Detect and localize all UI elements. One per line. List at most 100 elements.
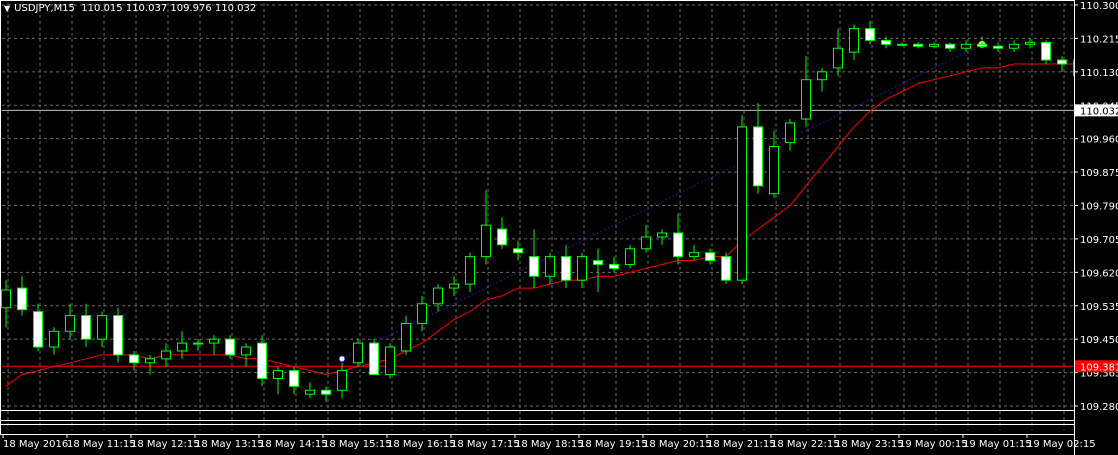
candle-body: [321, 389, 331, 395]
ohlc-readout: 110.015 110.037 109.976 110.032: [81, 3, 257, 14]
candle-body: [449, 283, 459, 289]
candle-body: [913, 43, 923, 47]
symbol-timeframe: USDJPY,M15: [14, 3, 75, 14]
candle-body: [385, 346, 395, 376]
candle-body: [625, 248, 635, 265]
candle-body: [145, 358, 155, 364]
time-tick-label: 18 May 21:15: [707, 439, 776, 450]
candle-body: [641, 236, 651, 250]
candle-body: [129, 354, 139, 364]
candle-body: [113, 315, 123, 356]
candle-body: [737, 126, 747, 281]
candle-body: [353, 342, 363, 364]
candle-body: [1057, 59, 1067, 65]
current-price-tag: 110.032: [1080, 106, 1118, 117]
time-tick-label: 19 May 00:15: [899, 439, 968, 450]
price-tick-label: 109.960: [1080, 135, 1118, 146]
candle-body: [529, 256, 539, 277]
candle-body: [769, 146, 779, 195]
chart-header[interactable]: ▼ USDJPY,M15 110.015 110.037 109.976 110.…: [4, 3, 256, 14]
time-tick-label: 19 May 02:15: [1027, 439, 1096, 450]
candle-body: [65, 315, 75, 332]
candle-body: [545, 256, 555, 277]
candle-body: [161, 350, 171, 360]
candle-body: [961, 43, 971, 49]
price-tick-label: 109.535: [1080, 302, 1118, 313]
price-tick-label: 109.705: [1080, 235, 1118, 246]
candle-body: [1009, 43, 1019, 49]
time-tick-label: 19 May 01:15: [963, 439, 1032, 450]
candle-body: [481, 224, 491, 258]
price-tick-label: 110.215: [1080, 34, 1118, 45]
candle-body: [1, 289, 11, 309]
price-tick-label: 109.875: [1080, 168, 1118, 179]
trend-line-anchor-start[interactable]: [338, 355, 346, 363]
candle-body: [209, 338, 219, 344]
time-tick-label: 18 May 14:15: [259, 439, 328, 450]
candle-body: [337, 370, 347, 391]
price-axis: 110.300110.215110.130110.045109.960109.8…: [1074, 0, 1118, 455]
candle-body: [369, 342, 379, 376]
candle-body: [289, 370, 299, 387]
candle-body: [993, 45, 1003, 49]
dropdown-triangle-icon[interactable]: ▼: [4, 4, 10, 13]
candle-body: [81, 315, 91, 340]
candle-body: [1025, 41, 1035, 45]
hline-price-tag: 109.381: [1080, 362, 1118, 373]
candle-body: [497, 228, 507, 246]
time-tick-label: 18 May 13:15: [195, 439, 264, 450]
candle-body: [801, 79, 811, 120]
time-tick-label: 18 May 19:15: [579, 439, 648, 450]
time-tick-label: 18 May 20:15: [643, 439, 712, 450]
time-tick-label: 18 May 18:15: [515, 439, 584, 450]
candle-body: [945, 43, 955, 49]
chart-canvas[interactable]: 110.300110.215110.130110.045109.960109.8…: [0, 0, 1118, 455]
time-tick-label: 18 May 17:15: [451, 439, 520, 450]
candle-body: [465, 256, 475, 285]
candle-body: [305, 389, 315, 395]
candle-body: [721, 256, 731, 281]
candle-body: [241, 346, 251, 356]
time-tick-label: 18 May 12:15: [131, 439, 200, 450]
candle-body: [593, 260, 603, 265]
candle-body: [225, 338, 235, 356]
candle-body: [833, 47, 843, 69]
time-tick-label: 18 May 23:15: [835, 439, 904, 450]
candle-body: [193, 342, 203, 345]
candle-body: [929, 43, 939, 47]
candle-body: [17, 287, 27, 311]
time-tick-label: 18 May 2016: [3, 439, 68, 450]
candle-body: [97, 315, 107, 340]
candle-body: [1041, 41, 1051, 61]
price-tick-label: 109.620: [1080, 268, 1118, 279]
price-tick-label: 110.300: [1080, 1, 1118, 12]
time-tick-label: 18 May 16:15: [387, 439, 456, 450]
candle-body: [257, 342, 267, 379]
candle-body: [673, 232, 683, 258]
time-tick-label: 18 May 15:15: [323, 439, 392, 450]
price-tick-label: 110.130: [1080, 68, 1118, 79]
candle-body: [513, 248, 523, 254]
candle-body: [433, 287, 443, 305]
candle-body: [897, 43, 907, 46]
time-tick-label: 18 May 22:15: [771, 439, 840, 450]
candle-body: [817, 71, 827, 81]
price-tick-label: 109.790: [1080, 202, 1118, 213]
candle-body: [417, 303, 427, 324]
price-tick-label: 109.280: [1080, 402, 1118, 413]
candle-body: [689, 252, 699, 258]
candle-body: [881, 39, 891, 45]
candle-body: [49, 330, 59, 348]
candle-body: [977, 43, 987, 47]
candle-body: [609, 263, 619, 269]
candle-body: [753, 126, 763, 187]
candle-body: [33, 311, 43, 348]
candle-body: [577, 256, 587, 281]
candle-body: [177, 342, 187, 352]
candle-body: [561, 256, 571, 281]
candle-body: [657, 232, 667, 238]
candle-body: [865, 28, 875, 41]
candle-body: [785, 122, 795, 144]
time-tick-label: 18 May 11:15: [67, 439, 136, 450]
candle-body: [401, 322, 411, 352]
